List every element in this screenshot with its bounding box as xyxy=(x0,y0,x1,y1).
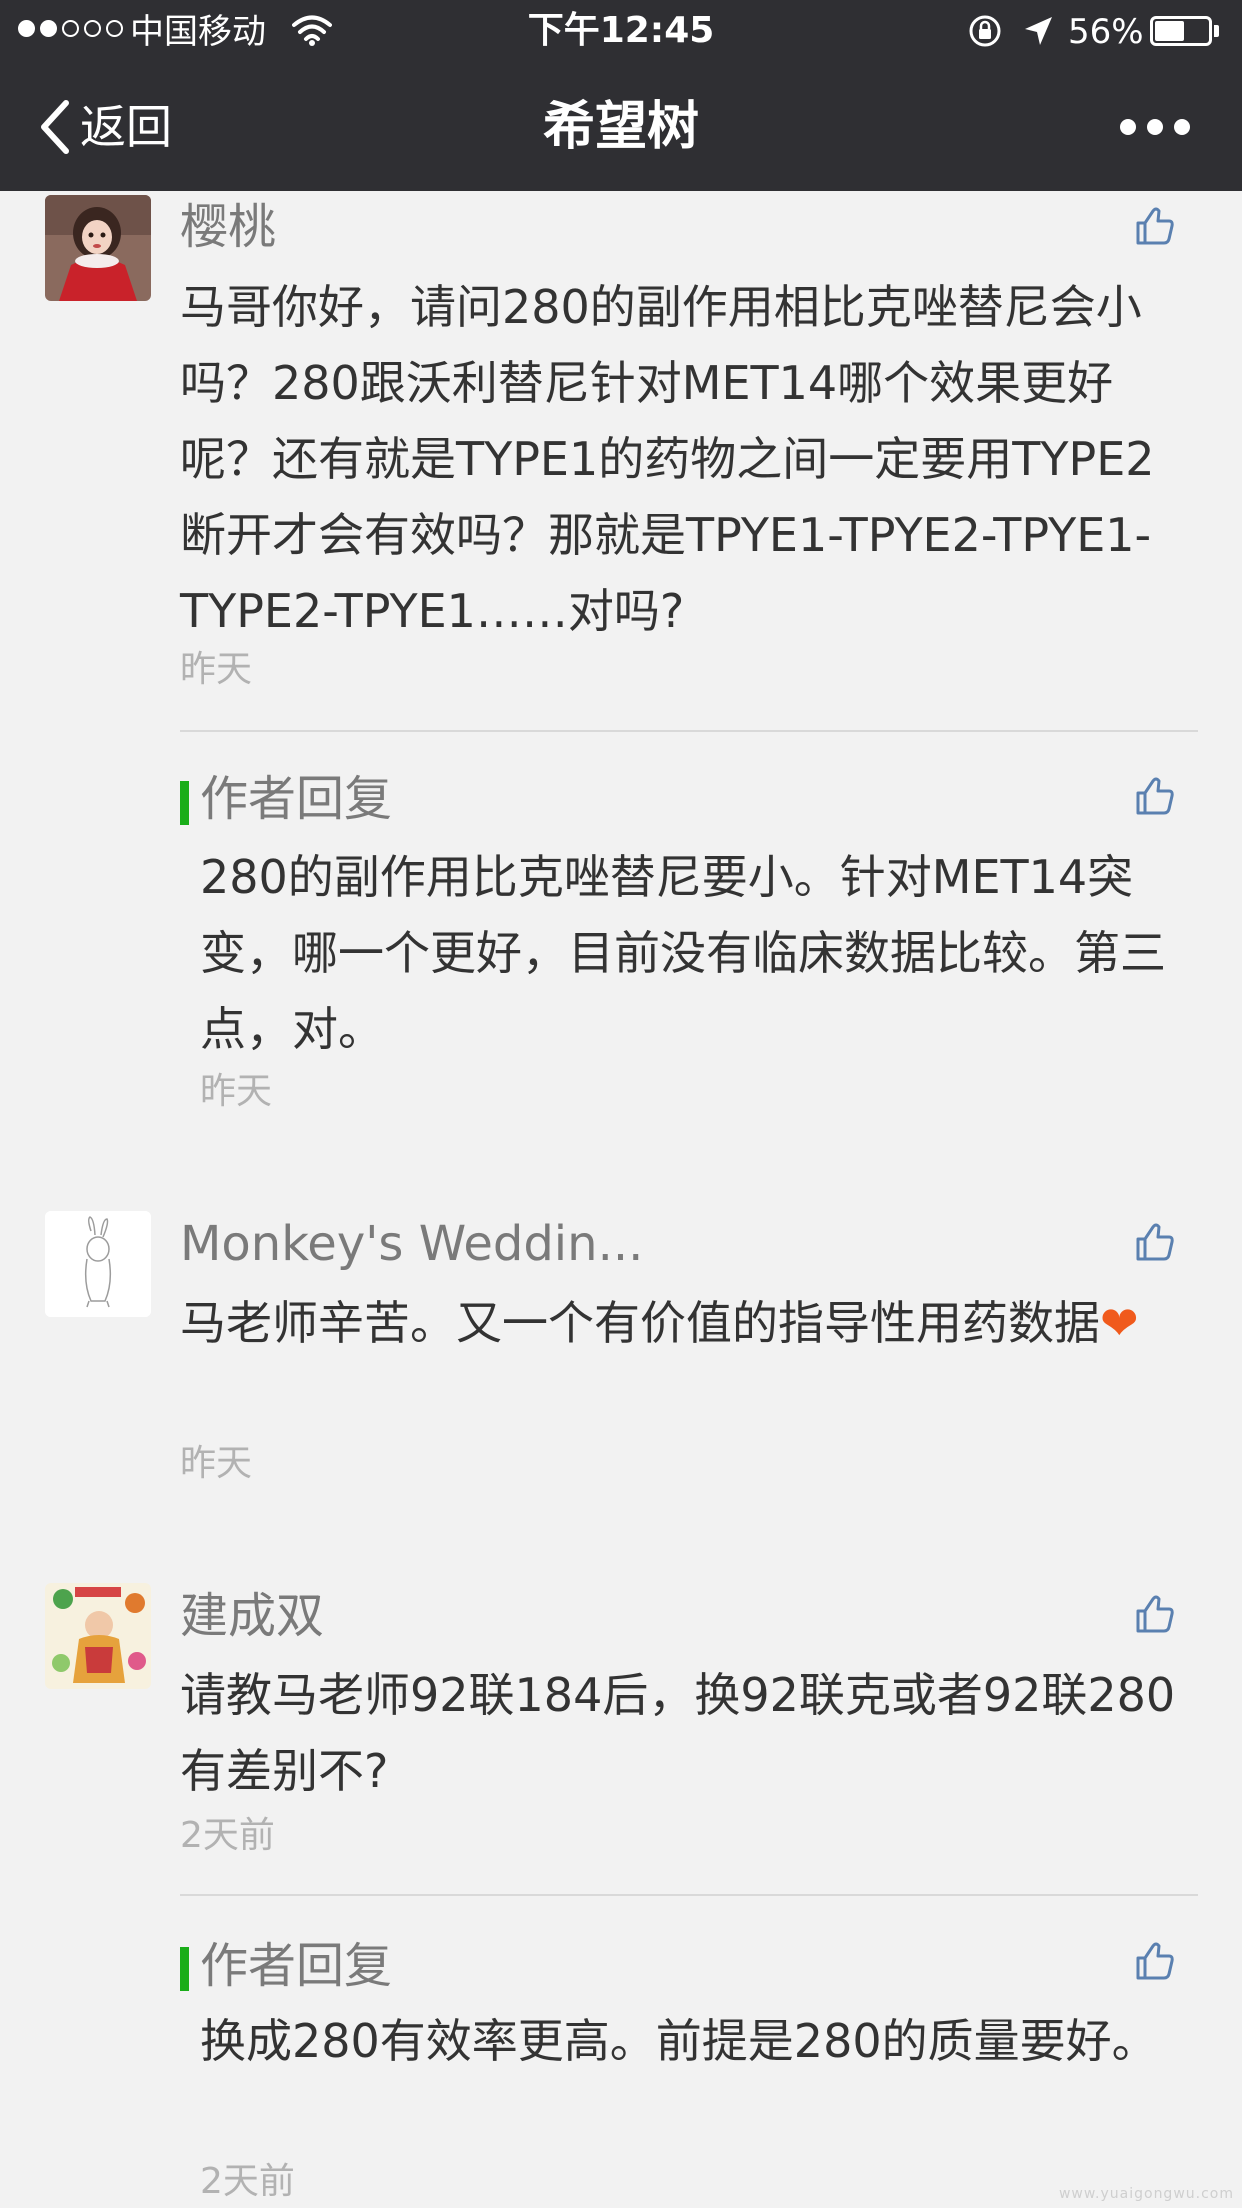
avatar[interactable] xyxy=(45,1583,151,1689)
comment-time: 2天前 xyxy=(180,1815,275,1856)
more-options-button[interactable] xyxy=(1120,114,1190,140)
comment-feed[interactable]: 樱桃 马哥你好，请问280的副作用相比克唑替尼会小吗？280跟沃利替尼针对MET… xyxy=(0,191,1242,2208)
comment-text: 马哥你好，请问280的副作用相比克唑替尼会小吗？280跟沃利替尼针对MET14哪… xyxy=(180,280,1155,638)
avatar[interactable] xyxy=(45,1211,151,1317)
comment-text: 马老师辛苦。又一个有价值的指导性用药数据❤ xyxy=(180,1285,1200,1361)
comment-author[interactable]: 建成双 xyxy=(180,1586,324,1646)
author-reply-label: 作者回复 xyxy=(200,1938,393,1994)
location-arrow-icon xyxy=(1025,17,1052,45)
divider xyxy=(180,1894,1198,1896)
battery-cap xyxy=(1214,25,1219,37)
divider xyxy=(180,730,1198,732)
author-reply-label: 作者回复 xyxy=(200,771,393,827)
more-dot xyxy=(1147,119,1163,135)
doll-avatar-image xyxy=(45,195,151,301)
top-bar: 中国移动 下午12:45 56% 返回 希望树 xyxy=(0,0,1242,191)
comment-author[interactable]: Monkey's Weddin... xyxy=(180,1214,643,1274)
page-title: 希望树 xyxy=(542,97,699,157)
author-reply-time: 2天前 xyxy=(200,2161,295,2202)
battery-percentage: 56% xyxy=(1068,12,1144,52)
comment-text-content: 马老师辛苦。又一个有价值的指导性用药数据 xyxy=(180,1296,1100,1350)
more-dot xyxy=(1120,119,1136,135)
thumbs-up-icon[interactable] xyxy=(1134,1221,1176,1263)
colorful-figure-avatar-image xyxy=(45,1583,151,1689)
status-bar: 中国移动 下午12:45 56% xyxy=(0,0,1242,62)
comment-text: 请教马老师92联184后，换92联克或者92联280有差别不? xyxy=(180,1668,1176,1798)
thumbs-up-icon[interactable] xyxy=(1134,775,1176,817)
comment-author[interactable]: 樱桃 xyxy=(180,197,276,257)
thumbs-up-icon[interactable] xyxy=(1134,205,1176,247)
thumbs-up-icon[interactable] xyxy=(1134,1940,1176,1982)
author-reply-marker xyxy=(180,1947,189,1991)
battery-level-fill xyxy=(1155,21,1185,41)
author-reply-time: 昨天 xyxy=(200,1071,273,1112)
author-reply-text: 280的副作用比克唑替尼要小。针对MET14突变，哪一个更好，目前没有临床数据比… xyxy=(200,850,1166,1056)
more-dot xyxy=(1174,119,1190,135)
rabbit-sketch-avatar-image xyxy=(45,1211,151,1317)
watermark: www.yuaigongwu.com xyxy=(1058,2186,1234,2202)
author-reply-text: 换成280有效率更高。前提是280的质量要好。 xyxy=(200,2014,1158,2068)
author-reply-marker xyxy=(180,781,189,825)
comment-time: 昨天 xyxy=(180,1443,253,1484)
comment-time: 昨天 xyxy=(180,649,253,690)
status-time: 下午12:45 xyxy=(527,10,715,51)
rotation-lock-icon xyxy=(969,15,1001,47)
heart-emoji: ❤ xyxy=(1100,1296,1139,1350)
thumbs-up-icon[interactable] xyxy=(1134,1593,1176,1635)
battery-icon xyxy=(1150,16,1212,46)
avatar[interactable] xyxy=(45,195,151,301)
